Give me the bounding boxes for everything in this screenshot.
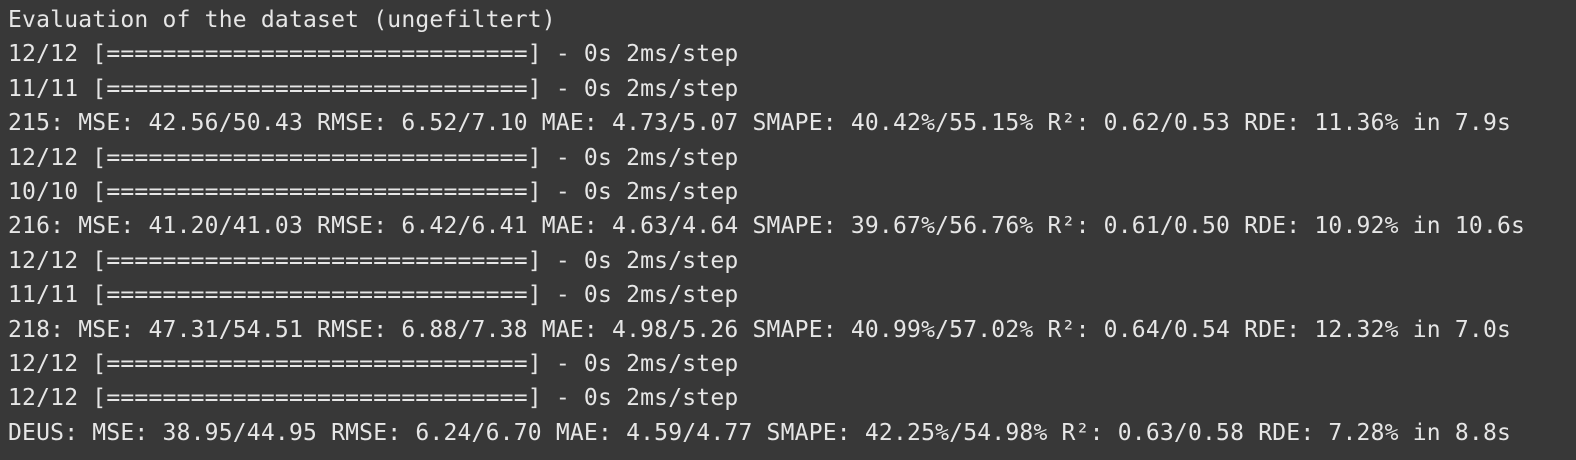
progress-line: 12/12 [==============================] -… xyxy=(8,385,739,412)
metrics-line-216: 216: MSE: 41.20/41.03 RMSE: 6.42/6.41 MA… xyxy=(8,213,1526,240)
progress-line: 10/10 [==============================] -… xyxy=(8,178,739,205)
metrics-line-deus: DEUS: MSE: 38.95/44.95 RMSE: 6.24/6.70 M… xyxy=(8,419,1512,446)
progress-line: 12/12 [==============================] -… xyxy=(8,41,739,68)
progress-line: 12/12 [==============================] -… xyxy=(8,144,739,171)
progress-line: 12/12 [==============================] -… xyxy=(8,350,739,377)
metrics-line-218: 218: MSE: 47.31/54.51 RMSE: 6.88/7.38 MA… xyxy=(8,316,1512,343)
progress-line: 12/12 [==============================] -… xyxy=(8,247,739,274)
progress-line: 11/11 [==============================] -… xyxy=(8,282,739,309)
evaluation-header-line: Evaluation of the dataset (ungefiltert) xyxy=(8,7,556,33)
terminal-output: Evaluation of the dataset (ungefiltert) … xyxy=(0,0,1576,460)
metrics-line-215: 215: MSE: 42.56/50.43 RMSE: 6.52/7.10 MA… xyxy=(8,110,1512,137)
progress-line: 11/11 [==============================] -… xyxy=(8,75,739,102)
